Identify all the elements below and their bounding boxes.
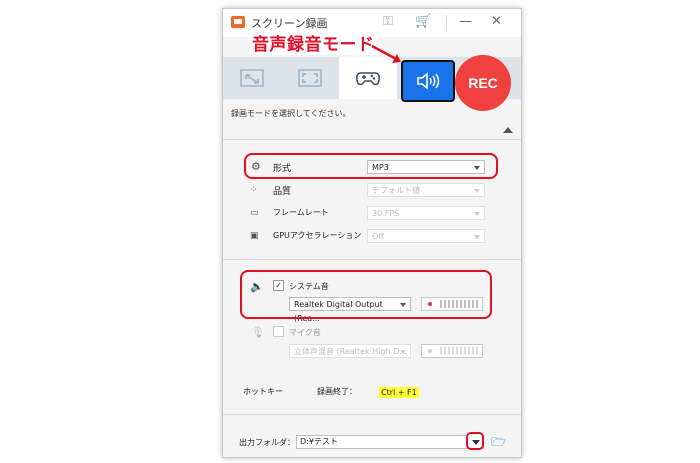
annotation-arrow (371, 44, 401, 63)
